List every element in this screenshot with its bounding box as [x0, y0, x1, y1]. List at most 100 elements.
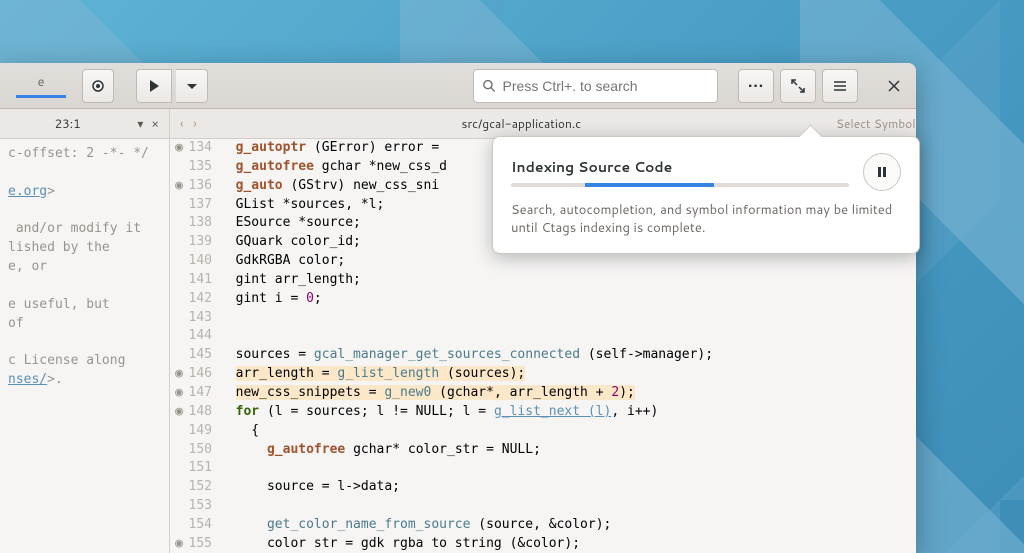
- popover-title: Indexing Source Code: [511, 157, 849, 177]
- gutter-mark: ◉: [170, 139, 188, 158]
- headerbar: e •••: [0, 63, 916, 109]
- gutter-mark: [170, 516, 188, 535]
- gutter-mark: [170, 441, 188, 460]
- line-number: 145: [188, 346, 220, 365]
- code-text: g_autofree gchar* color_str = NULL;: [220, 441, 541, 460]
- code-line[interactable]: 143: [170, 309, 916, 328]
- line-number: 144: [188, 327, 220, 346]
- code-line[interactable]: 140 GdkRGBA color;: [170, 252, 916, 271]
- chevron-down-icon: [184, 78, 200, 94]
- line-number: 140: [188, 252, 220, 271]
- global-search[interactable]: [473, 69, 718, 103]
- code-line[interactable]: 150 g_autofree gchar* color_str = NULL;: [170, 441, 916, 460]
- omnibar[interactable]: e: [6, 73, 76, 98]
- nav-back[interactable]: ‹: [180, 115, 183, 132]
- gutter-mark: [170, 497, 188, 516]
- nav-forward[interactable]: ›: [193, 115, 196, 132]
- code-text: get_color_name_from_source (source, &col…: [220, 516, 611, 535]
- search-input[interactable]: [503, 78, 709, 94]
- code-text: GList *sources, *l;: [220, 196, 384, 215]
- omnibar-text: e: [38, 73, 45, 91]
- fullscreen-button[interactable]: [780, 69, 816, 103]
- line-number: 148: [188, 403, 220, 422]
- gutter-mark: ◉: [170, 535, 188, 553]
- code-line[interactable]: 142 gint i = 0;: [170, 290, 916, 309]
- close-button[interactable]: [878, 69, 910, 103]
- pause-button[interactable]: [863, 153, 901, 191]
- hamburger-icon: [832, 78, 848, 94]
- popover-message: Search, autocompletion, and symbol infor…: [511, 201, 901, 237]
- progress-bar: [511, 183, 849, 187]
- close-icon: [886, 78, 902, 94]
- gutter-mark: ◉: [170, 403, 188, 422]
- line-number: 155: [188, 535, 220, 553]
- sidebar-tab[interactable]: 23:1 ▾ ×: [0, 109, 170, 138]
- symbol-selector[interactable]: Select Symbol: [836, 115, 916, 132]
- gutter-mark: ◉: [170, 365, 188, 384]
- code-text: ESource *source;: [220, 214, 361, 233]
- gutter-mark: ◉: [170, 384, 188, 403]
- code-text: {: [220, 422, 259, 441]
- run-button[interactable]: [136, 69, 172, 103]
- gutter-mark: [170, 422, 188, 441]
- file-path[interactable]: src/gcal-application.c: [207, 115, 836, 132]
- code-line[interactable]: 145 sources = gcal_manager_get_sources_c…: [170, 346, 916, 365]
- menu-button[interactable]: [822, 69, 858, 103]
- code-text: color str = gdk rgba to string (&color);: [220, 535, 580, 553]
- gutter-mark: [170, 214, 188, 233]
- line-number: 142: [188, 290, 220, 309]
- line-number: 137: [188, 196, 220, 215]
- code-line[interactable]: 141 gint arr_length;: [170, 271, 916, 290]
- nav-arrows: ‹ ›: [170, 115, 207, 132]
- code-text: g_autoptr (GError) error =: [220, 139, 439, 158]
- code-line[interactable]: ◉ 146 arr_length = g_list_length (source…: [170, 365, 916, 384]
- code-text: [220, 459, 236, 478]
- code-text: GQuark color_id;: [220, 233, 361, 252]
- line-number: 141: [188, 271, 220, 290]
- line-number: 135: [188, 158, 220, 177]
- tab-close-icon[interactable]: ×: [151, 115, 169, 132]
- code-text: gint i = 0;: [220, 290, 322, 309]
- cursor-position: 23:1: [6, 115, 129, 132]
- subheader: 23:1 ▾ × ‹ › src/gcal-application.c Sele…: [0, 109, 916, 139]
- code-text: gint arr_length;: [220, 271, 361, 290]
- gutter-mark: [170, 346, 188, 365]
- code-line[interactable]: ◉ 155 color str = gdk rgba to string (&c…: [170, 535, 916, 553]
- gutter-mark: [170, 309, 188, 328]
- run-dropdown[interactable]: [176, 69, 208, 103]
- gutter-mark: [170, 271, 188, 290]
- code-text: g_autofree gchar *new_css_d: [220, 158, 447, 177]
- fullscreen-icon: [790, 78, 806, 94]
- code-text: [220, 309, 236, 328]
- code-text: [220, 497, 236, 516]
- record-button[interactable]: [82, 69, 114, 103]
- line-number: 146: [188, 365, 220, 384]
- search-icon: [482, 78, 497, 94]
- line-number: 151: [188, 459, 220, 478]
- code-text: GdkRGBA color;: [220, 252, 345, 271]
- code-text: for (l = sources; l != NULL; l = g_list_…: [220, 403, 658, 422]
- line-number: 147: [188, 384, 220, 403]
- code-line[interactable]: 152 source = l->data;: [170, 478, 916, 497]
- code-line[interactable]: ◉ 148 for (l = sources; l != NULL; l = g…: [170, 403, 916, 422]
- indexing-popover: Indexing Source Code Search, autocomplet…: [492, 136, 920, 254]
- gutter-mark: [170, 327, 188, 346]
- code-line[interactable]: 153: [170, 497, 916, 516]
- run-group: [136, 69, 208, 103]
- dots-icon: •••: [748, 76, 764, 96]
- code-line[interactable]: 149 {: [170, 422, 916, 441]
- code-line[interactable]: 151: [170, 459, 916, 478]
- code-line[interactable]: ◉ 147 new_css_snippets = g_new0 (gchar*,…: [170, 384, 916, 403]
- gutter-mark: [170, 478, 188, 497]
- code-line[interactable]: 154 get_color_name_from_source (source, …: [170, 516, 916, 535]
- line-number: 136: [188, 177, 220, 196]
- pause-icon: [874, 164, 890, 180]
- side-panel: c-offset: 2 -*- */ e.org> and/or modify …: [0, 139, 170, 553]
- code-line[interactable]: 144: [170, 327, 916, 346]
- notifications-button[interactable]: •••: [738, 69, 774, 103]
- line-number: 143: [188, 309, 220, 328]
- line-number: 134: [188, 139, 220, 158]
- line-number: 153: [188, 497, 220, 516]
- gutter-mark: [170, 158, 188, 177]
- gutter-mark: [170, 252, 188, 271]
